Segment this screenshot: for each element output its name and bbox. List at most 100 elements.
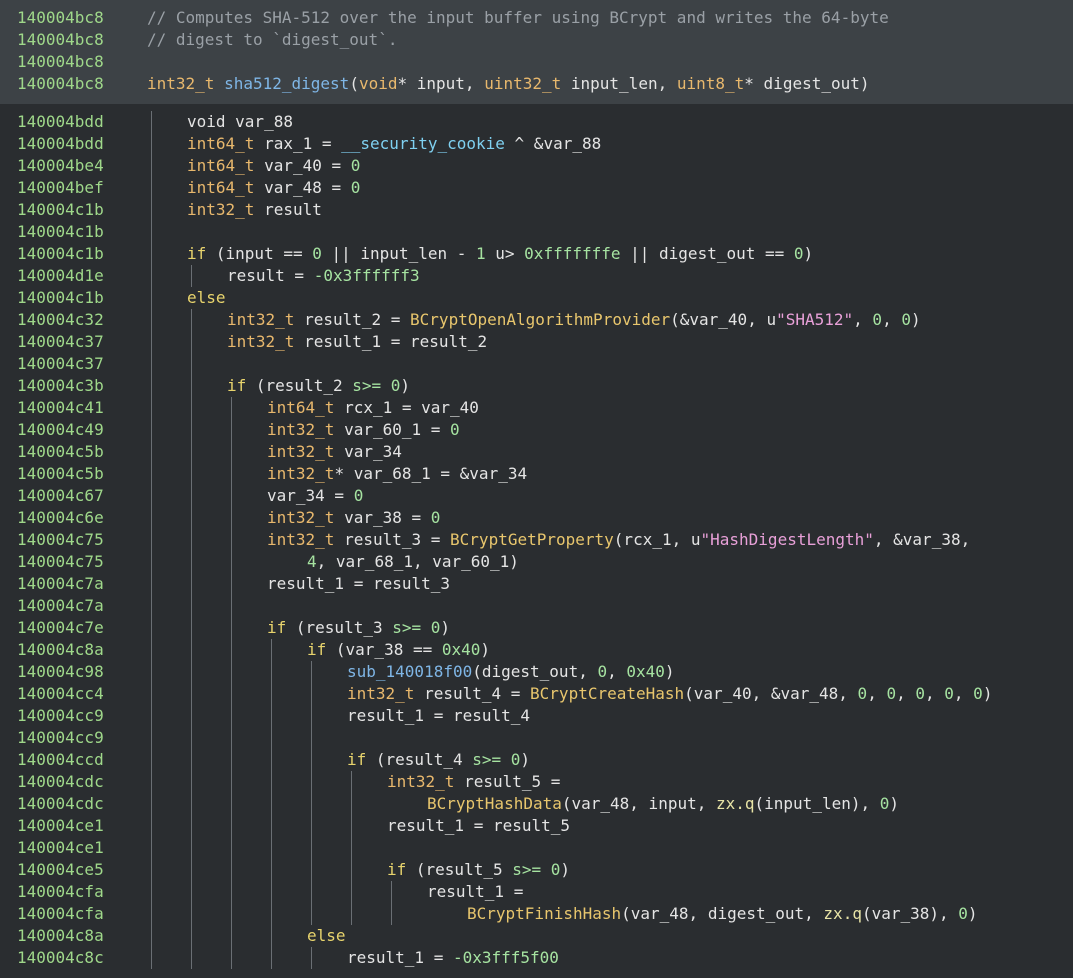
line-address[interactable]: 140004c1b <box>17 221 104 243</box>
line-address[interactable]: 140004cdc <box>17 771 104 793</box>
line-address[interactable]: 140004cfa <box>17 903 104 925</box>
line-address[interactable]: 140004c32 <box>17 309 104 331</box>
code-line[interactable]: 140004c37 int32_t result_1 = result_2 <box>0 331 1073 353</box>
line-address[interactable]: 140004cc9 <box>17 727 104 749</box>
code-text[interactable]: int64_t var_40 = 0 <box>187 155 360 177</box>
code-text[interactable]: int32_t var_60_1 = 0 <box>267 419 460 441</box>
code-line[interactable]: 140004c7a <box>0 595 1073 617</box>
line-address[interactable]: 140004cfa <box>17 881 104 903</box>
code-text[interactable]: if (result_3 s>= 0) <box>267 617 450 639</box>
line-address[interactable]: 140004c5b <box>17 463 104 485</box>
line-address[interactable]: 140004c5b <box>17 441 104 463</box>
code-text[interactable]: sub_140018f00(digest_out, 0, 0x40) <box>347 661 675 683</box>
line-address[interactable]: 140004c7e <box>17 617 104 639</box>
code-line[interactable]: 140004c1b if (input == 0 || input_len - 1… <box>0 243 1073 265</box>
code-text[interactable]: int32_t result_4 = BCryptCreateHash(var_… <box>347 683 992 705</box>
code-text[interactable]: var_34 = 0 <box>267 485 363 507</box>
line-address[interactable]: 140004c75 <box>17 529 104 551</box>
code-text[interactable]: int64_t rcx_1 = var_40 <box>267 397 479 419</box>
code-text[interactable]: result_1 = result_4 <box>347 705 530 727</box>
line-address[interactable]: 140004c98 <box>17 661 104 683</box>
line-address[interactable]: 140004c8a <box>17 925 104 947</box>
line-address[interactable]: 140004bc8 <box>17 7 104 29</box>
code-line[interactable]: 140004cfa BCryptFinishHash(var_48, digest… <box>0 903 1073 925</box>
line-address[interactable]: 140004cdc <box>17 793 104 815</box>
code-line[interactable]: 140004bdd int64_t rax_1 = __security_cook… <box>0 133 1073 155</box>
line-address[interactable]: 140004ce1 <box>17 837 104 859</box>
code-line[interactable]: 140004bc8 // digest to `digest_out`. <box>0 29 1073 51</box>
line-address[interactable]: 140004bdd <box>17 133 104 155</box>
code-line[interactable]: 140004c49 int32_t var_60_1 = 0 <box>0 419 1073 441</box>
code-line[interactable]: 140004c67 var_34 = 0 <box>0 485 1073 507</box>
code-text[interactable]: result = -0x3ffffff3 <box>227 265 420 287</box>
code-text[interactable]: int32_t* var_68_1 = &var_34 <box>267 463 527 485</box>
code-text[interactable]: int32_t result_3 = BCryptGetProperty(rcx… <box>267 529 970 551</box>
code-text[interactable]: result_1 = <box>427 881 523 903</box>
line-address[interactable]: 140004c49 <box>17 419 104 441</box>
code-line[interactable]: 140004c75 int32_t result_3 = BCryptGetPro… <box>0 529 1073 551</box>
line-address[interactable]: 140004c8c <box>17 947 104 969</box>
code-text[interactable]: int32_t var_34 <box>267 441 402 463</box>
line-address[interactable]: 140004c6e <box>17 507 104 529</box>
line-address[interactable]: 140004c37 <box>17 331 104 353</box>
code-line[interactable]: 140004ce5 if (result_5 s>= 0) <box>0 859 1073 881</box>
code-line[interactable]: 140004c6e int32_t var_38 = 0 <box>0 507 1073 529</box>
code-line[interactable]: 140004c1b int32_t result <box>0 199 1073 221</box>
code-line[interactable]: 140004c7e if (result_3 s>= 0) <box>0 617 1073 639</box>
code-text[interactable]: void var_88 <box>187 111 293 133</box>
code-text[interactable]: BCryptHashData(var_48, input, zx.q(input… <box>427 793 899 815</box>
code-line[interactable]: 140004cdc BCryptHashData(var_48, input, z… <box>0 793 1073 815</box>
code-line[interactable]: 140004c75 4, var_68_1, var_60_1) <box>0 551 1073 573</box>
code-text[interactable]: else <box>307 925 346 947</box>
code-line[interactable]: 140004bef int64_t var_48 = 0 <box>0 177 1073 199</box>
line-address[interactable]: 140004ce1 <box>17 815 104 837</box>
line-address[interactable]: 140004d1e <box>17 265 104 287</box>
line-address[interactable]: 140004c1b <box>17 243 104 265</box>
line-address[interactable]: 140004c75 <box>17 551 104 573</box>
line-address[interactable]: 140004ccd <box>17 749 104 771</box>
code-text[interactable]: result_1 = -0x3fff5f00 <box>347 947 559 969</box>
code-line[interactable]: 140004ce1 result_1 = result_5 <box>0 815 1073 837</box>
code-text[interactable]: BCryptFinishHash(var_48, digest_out, zx.… <box>467 903 978 925</box>
code-text[interactable]: int32_t var_38 = 0 <box>267 507 440 529</box>
code-text[interactable]: int32_t sha512_digest(void* input, uint3… <box>147 73 870 95</box>
code-line[interactable]: 140004c98 sub_140018f00(digest_out, 0, 0x… <box>0 661 1073 683</box>
code-text[interactable]: // digest to `digest_out`. <box>147 29 397 51</box>
line-address[interactable]: 140004bc8 <box>17 73 104 95</box>
code-text[interactable]: int32_t result_1 = result_2 <box>227 331 487 353</box>
line-address[interactable]: 140004bc8 <box>17 51 104 73</box>
line-address[interactable]: 140004c8a <box>17 639 104 661</box>
code-text[interactable]: if (result_4 s>= 0) <box>347 749 530 771</box>
code-line[interactable]: 140004c5b int32_t* var_68_1 = &var_34 <box>0 463 1073 485</box>
line-address[interactable]: 140004c7a <box>17 573 104 595</box>
code-line[interactable]: 140004c37 <box>0 353 1073 375</box>
line-address[interactable]: 140004c1b <box>17 199 104 221</box>
code-line[interactable]: 140004c8a else <box>0 925 1073 947</box>
code-line[interactable]: 140004c8c result_1 = -0x3fff5f00 <box>0 947 1073 969</box>
code-text[interactable]: result_1 = result_5 <box>387 815 570 837</box>
code-line[interactable]: 140004ce1 <box>0 837 1073 859</box>
line-address[interactable]: 140004ce5 <box>17 859 104 881</box>
code-line[interactable]: 140004cfa result_1 = <box>0 881 1073 903</box>
code-text[interactable]: int64_t var_48 = 0 <box>187 177 360 199</box>
code-line[interactable]: 140004bc8 // Computes SHA-512 over the in… <box>0 7 1073 29</box>
code-line[interactable]: 140004c41 int64_t rcx_1 = var_40 <box>0 397 1073 419</box>
code-text[interactable]: int32_t result_2 = BCryptOpenAlgorithmPr… <box>227 309 921 331</box>
code-line[interactable]: 140004cc4 int32_t result_4 = BCryptCreate… <box>0 683 1073 705</box>
code-text[interactable]: result_1 = result_3 <box>267 573 450 595</box>
code-line[interactable]: 140004be4 int64_t var_40 = 0 <box>0 155 1073 177</box>
code-line[interactable]: 140004c5b int32_t var_34 <box>0 441 1073 463</box>
code-line[interactable]: 140004bdd void var_88 <box>0 111 1073 133</box>
code-text[interactable]: else <box>187 287 226 309</box>
code-text[interactable]: if (result_2 s>= 0) <box>227 375 410 397</box>
line-address[interactable]: 140004bdd <box>17 111 104 133</box>
code-text[interactable]: 4, var_68_1, var_60_1) <box>307 551 519 573</box>
code-line[interactable]: 140004cc9 <box>0 727 1073 749</box>
code-line[interactable]: 140004cdc int32_t result_5 = <box>0 771 1073 793</box>
code-line[interactable]: 140004d1e result = -0x3ffffff3 <box>0 265 1073 287</box>
code-line[interactable]: 140004c32 int32_t result_2 = BCryptOpenAl… <box>0 309 1073 331</box>
line-address[interactable]: 140004c1b <box>17 287 104 309</box>
code-line[interactable]: 140004bc8 <box>0 51 1073 73</box>
code-line[interactable]: 140004ccd if (result_4 s>= 0) <box>0 749 1073 771</box>
code-line[interactable]: 140004c8a if (var_38 == 0x40) <box>0 639 1073 661</box>
